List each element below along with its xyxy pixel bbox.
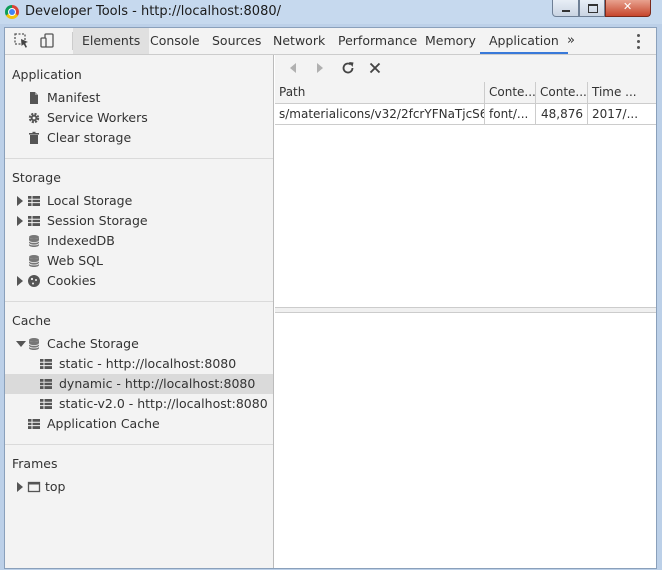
cache-entry-static-v2[interactable]: static-v2.0 - http://localhost:8080 — [5, 394, 273, 414]
gear-icon — [28, 112, 40, 124]
sidebar-item-application-cache[interactable]: Application Cache — [27, 414, 273, 434]
database-icon — [28, 338, 40, 350]
section-divider — [5, 158, 273, 159]
trash-icon — [29, 131, 39, 144]
cell-content-type: font/... — [485, 104, 536, 124]
section-title-storage: Storage — [12, 170, 61, 185]
devtools-tab-bar: Elements Console Sources Network Perform… — [5, 28, 656, 55]
preview-splitter[interactable] — [275, 307, 656, 313]
sidebar-item-frame-top[interactable]: top — [15, 477, 273, 497]
sidebar-item-indexeddb[interactable]: IndexedDB — [27, 231, 273, 251]
grid-icon — [28, 216, 40, 226]
sidebar-item-label: Web SQL — [47, 253, 103, 268]
kebab-menu-icon[interactable] — [633, 33, 643, 49]
next-page-icon[interactable] — [312, 60, 328, 76]
grid-icon — [28, 419, 40, 429]
cache-storage-view: Path Conte... Conte... Time ... s/materi… — [275, 55, 656, 568]
table-row[interactable]: s/materialicons/v32/2fcrYFNaTjcS6g... fo… — [275, 104, 656, 125]
delete-icon[interactable] — [367, 60, 383, 76]
collapse-arrow-icon[interactable] — [16, 341, 26, 347]
tab-elements[interactable]: Elements — [73, 28, 150, 54]
sidebar-item-label: top — [45, 479, 66, 494]
sidebar-item-cookies[interactable]: Cookies — [15, 271, 273, 291]
close-window-button[interactable] — [605, 0, 651, 17]
sidebar-item-service-workers[interactable]: Service Workers — [27, 108, 273, 128]
database-icon — [28, 255, 40, 267]
sidebar-item-label: Session Storage — [47, 213, 148, 228]
chrome-logo-icon — [5, 5, 19, 19]
maximize-button[interactable] — [579, 0, 605, 17]
devtools-window: Elements Console Sources Network Perform… — [4, 27, 657, 569]
sidebar-item-label: IndexedDB — [47, 233, 115, 248]
cache-entry-label: static-v2.0 - http://localhost:8080 — [59, 396, 268, 411]
frame-icon — [27, 481, 41, 493]
expand-arrow-icon[interactable] — [17, 276, 23, 286]
cell-time-cached: 2017/... — [592, 107, 639, 121]
file-icon — [30, 92, 38, 104]
sidebar-item-label: Local Storage — [47, 193, 133, 208]
refresh-icon[interactable] — [340, 60, 356, 76]
tab-sources[interactable]: Sources — [203, 28, 270, 54]
column-header-content-length[interactable]: Conte... — [536, 82, 588, 103]
sidebar-item-label: Clear storage — [47, 130, 132, 145]
section-title-cache: Cache — [12, 313, 51, 328]
cache-entry-dynamic[interactable]: dynamic - http://localhost:8080 — [5, 374, 273, 394]
cache-entry-label: dynamic - http://localhost:8080 — [59, 376, 256, 391]
sidebar-item-label: Application Cache — [47, 416, 160, 431]
sidebar-item-local-storage[interactable]: Local Storage — [15, 191, 273, 211]
tab-console[interactable]: Console — [141, 28, 209, 54]
tab-memory[interactable]: Memory — [416, 28, 485, 54]
database-icon — [28, 235, 40, 247]
section-divider — [5, 444, 273, 445]
expand-arrow-icon[interactable] — [17, 216, 23, 226]
sidebar-item-label: Cache Storage — [47, 336, 139, 351]
grid-icon — [40, 399, 52, 409]
tab-performance[interactable]: Performance — [329, 28, 426, 54]
application-sidebar: Application Manifest Service Workers Cle… — [5, 55, 274, 568]
window-title: Developer Tools - http://localhost:8080/ — [25, 4, 281, 19]
sidebar-item-web-sql[interactable]: Web SQL — [27, 251, 273, 271]
sidebar-item-clear-storage[interactable]: Clear storage — [27, 128, 273, 148]
window-titlebar: Developer Tools - http://localhost:8080/ — [0, 0, 662, 24]
section-title-frames: Frames — [12, 456, 58, 471]
cache-view-toolbar — [275, 55, 656, 83]
sidebar-item-label: Manifest — [47, 90, 101, 105]
sidebar-item-label: Service Workers — [47, 110, 148, 125]
sidebar-item-label: Cookies — [47, 273, 96, 288]
expand-arrow-icon[interactable] — [17, 196, 23, 206]
section-title-application: Application — [12, 67, 82, 82]
column-header-content-type[interactable]: Conte... — [485, 82, 536, 103]
grid-icon — [28, 196, 40, 206]
cell-content-length: 48,876 — [536, 104, 588, 124]
sidebar-item-cache-storage[interactable]: Cache Storage — [15, 334, 273, 354]
grid-icon — [40, 379, 52, 389]
tab-application[interactable]: Application — [480, 28, 568, 54]
inspect-element-icon[interactable] — [13, 32, 31, 50]
section-divider — [5, 301, 273, 302]
cache-entry-static[interactable]: static - http://localhost:8080 — [5, 354, 273, 374]
cache-entry-label: static - http://localhost:8080 — [59, 356, 237, 371]
sidebar-item-manifest[interactable]: Manifest — [27, 88, 273, 108]
grid-icon — [40, 359, 52, 369]
expand-arrow-icon[interactable] — [17, 482, 23, 492]
sidebar-item-session-storage[interactable]: Session Storage — [15, 211, 273, 231]
minimize-button[interactable] — [552, 0, 579, 17]
cache-table-header: Path Conte... Conte... Time ... — [275, 82, 656, 104]
cell-path: s/materialicons/v32/2fcrYFNaTjcS6g... — [275, 104, 485, 124]
column-header-time-cached[interactable]: Time ... — [588, 82, 656, 103]
more-tabs-icon[interactable]: » — [567, 33, 575, 48]
column-header-path[interactable]: Path — [275, 82, 485, 103]
previous-page-icon[interactable] — [285, 60, 301, 76]
cookie-icon — [28, 275, 40, 287]
tab-network[interactable]: Network — [264, 28, 334, 54]
device-toolbar-icon[interactable] — [39, 32, 57, 50]
